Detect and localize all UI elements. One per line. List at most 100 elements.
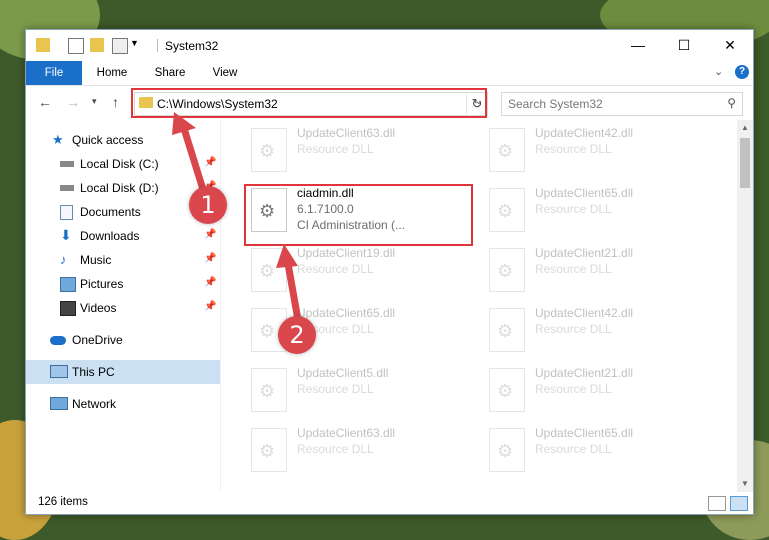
download-icon: ⬇ — [60, 227, 72, 243]
sidebar-item-onedrive[interactable]: OneDrive — [26, 328, 220, 352]
dll-file-icon: ⚙ — [251, 128, 287, 172]
file-name: UpdateClient65.dll — [535, 186, 634, 200]
star-icon: ★ — [52, 132, 64, 147]
help-icon[interactable]: ? — [735, 65, 749, 79]
sidebar-item-label: OneDrive — [72, 333, 123, 347]
dll-file-icon: ⚙ — [489, 248, 525, 292]
pin-icon[interactable]: 📌 — [204, 157, 216, 168]
sidebar-item-label: Quick access — [72, 133, 144, 147]
recent-locations-icon[interactable]: ▾ — [92, 96, 97, 107]
tab-share[interactable]: Share — [146, 61, 194, 85]
sidebar-item-label: Documents — [80, 205, 141, 219]
dll-file-icon: ⚙ — [489, 428, 525, 472]
file-description: Resource DLL — [297, 382, 374, 396]
file-item[interactable]: ⚙ UpdateClient5.dll Resource DLL — [247, 360, 477, 416]
tiles-view-icon[interactable] — [730, 496, 748, 511]
file-name: UpdateClient65.dll — [297, 306, 396, 320]
sidebar-item-videos[interactable]: Videos 📌 — [26, 296, 220, 320]
pictures-icon — [60, 277, 76, 292]
drive-icon — [60, 161, 74, 167]
title-separator — [157, 39, 158, 52]
properties-icon[interactable] — [68, 38, 84, 54]
dll-file-icon: ⚙ — [251, 368, 287, 412]
tab-home[interactable]: Home — [88, 61, 136, 85]
file-description: Resource DLL — [535, 142, 612, 156]
pin-icon[interactable]: 📌 — [204, 301, 216, 312]
file-name: UpdateClient19.dll — [297, 246, 396, 260]
quick-access-dropdown-icon[interactable]: ▼ — [130, 38, 139, 48]
file-item[interactable]: ⚙ UpdateClient21.dll Resource DLL — [485, 240, 715, 296]
sidebar-item-label: Music — [80, 253, 112, 267]
sidebar-item-label: Local Disk (C:) — [80, 157, 159, 171]
expand-ribbon-icon[interactable]: ⌄ — [714, 65, 723, 78]
file-description: Resource DLL — [535, 202, 612, 216]
music-icon: ♪ — [60, 252, 67, 267]
sidebar-item-label: This PC — [72, 365, 115, 379]
customize-icon[interactable] — [112, 38, 128, 54]
file-name: UpdateClient21.dll — [535, 246, 634, 260]
up-arrow-icon[interactable]: ↑ — [112, 94, 119, 110]
vertical-scrollbar[interactable]: ▲ ▼ — [737, 120, 753, 492]
pin-icon[interactable]: 📌 — [204, 229, 216, 240]
step-1-badge: 1 — [189, 186, 227, 224]
file-description: Resource DLL — [297, 442, 374, 456]
forward-arrow-icon[interactable]: → — [66, 94, 80, 110]
sidebar-item-music[interactable]: ♪ Music 📌 — [26, 248, 220, 272]
file-name: UpdateClient63.dll — [297, 126, 396, 140]
details-view-icon[interactable] — [708, 496, 726, 511]
sidebar-item-label: Videos — [80, 301, 117, 315]
window-title: System32 — [165, 39, 219, 53]
file-item[interactable]: ⚙ UpdateClient65.dll Resource DLL — [485, 180, 715, 236]
tab-view[interactable]: View — [202, 61, 248, 85]
file-description: Resource DLL — [535, 442, 612, 456]
file-item[interactable]: ⚙ UpdateClient19.dll Resource DLL — [247, 240, 477, 296]
scrollbar-thumb[interactable] — [740, 138, 750, 188]
minimize-button[interactable]: — — [615, 30, 661, 61]
dll-file-icon: ⚙ — [251, 428, 287, 472]
file-item[interactable]: ⚙ UpdateClient21.dll Resource DLL — [485, 360, 715, 416]
file-item[interactable]: ⚙ UpdateClient42.dll Resource DLL — [485, 300, 715, 356]
file-item[interactable]: ⚙ UpdateClient65.dll Resource DLL — [485, 420, 715, 476]
file-description: Resource DLL — [535, 382, 612, 396]
maximize-button[interactable]: ☐ — [661, 30, 707, 61]
scroll-up-icon[interactable]: ▲ — [737, 120, 753, 136]
dll-file-icon: ⚙ — [251, 248, 287, 292]
dll-file-icon: ⚙ — [489, 308, 525, 352]
pin-icon[interactable]: 📌 — [204, 277, 216, 288]
sidebar-item-label: Downloads — [80, 229, 140, 243]
sidebar-item-downloads[interactable]: ⬇ Downloads 📌 — [26, 224, 220, 248]
file-name: UpdateClient65.dll — [535, 426, 634, 440]
file-description: Resource DLL — [535, 322, 612, 336]
sidebar-item-local-disk-c[interactable]: Local Disk (C:) 📌 — [26, 152, 220, 176]
back-arrow-icon[interactable]: ← — [38, 94, 52, 110]
file-description: Resource DLL — [297, 262, 374, 276]
sidebar-item-pictures[interactable]: Pictures 📌 — [26, 272, 220, 296]
videos-icon — [60, 301, 76, 316]
tab-file[interactable]: File — [26, 61, 82, 85]
sidebar-item-label: Local Disk (D:) — [80, 181, 159, 195]
sidebar-item-quick-access[interactable]: ★ Quick access — [26, 128, 220, 152]
dll-file-icon: ⚙ — [489, 188, 525, 232]
file-name: UpdateClient63.dll — [297, 426, 396, 440]
close-button[interactable]: ✕ — [707, 30, 753, 61]
search-box[interactable]: Search System32 ⚲ — [501, 92, 743, 116]
dll-file-icon: ⚙ — [489, 128, 525, 172]
new-folder-icon[interactable] — [90, 38, 104, 52]
file-name: UpdateClient21.dll — [535, 366, 634, 380]
sidebar-item-network[interactable]: Network — [26, 392, 220, 416]
sidebar-item-this-pc[interactable]: This PC — [26, 360, 220, 384]
folder-icon — [36, 38, 50, 52]
file-item[interactable]: ⚙ UpdateClient63.dll Resource DLL — [247, 420, 477, 476]
search-input[interactable]: Search System32 — [508, 97, 603, 111]
file-highlight — [244, 184, 473, 246]
file-description: Resource DLL — [297, 142, 374, 156]
item-count: 126 items — [38, 496, 88, 508]
cloud-icon — [50, 336, 66, 345]
file-item[interactable]: ⚙ UpdateClient63.dll Resource DLL — [247, 120, 477, 176]
scroll-down-icon[interactable]: ▼ — [737, 476, 753, 492]
pin-icon[interactable]: 📌 — [204, 253, 216, 264]
file-item[interactable]: ⚙ UpdateClient42.dll Resource DLL — [485, 120, 715, 176]
search-icon[interactable]: ⚲ — [727, 96, 736, 110]
computer-icon — [50, 365, 68, 378]
sidebar-item-label: Network — [72, 397, 117, 411]
